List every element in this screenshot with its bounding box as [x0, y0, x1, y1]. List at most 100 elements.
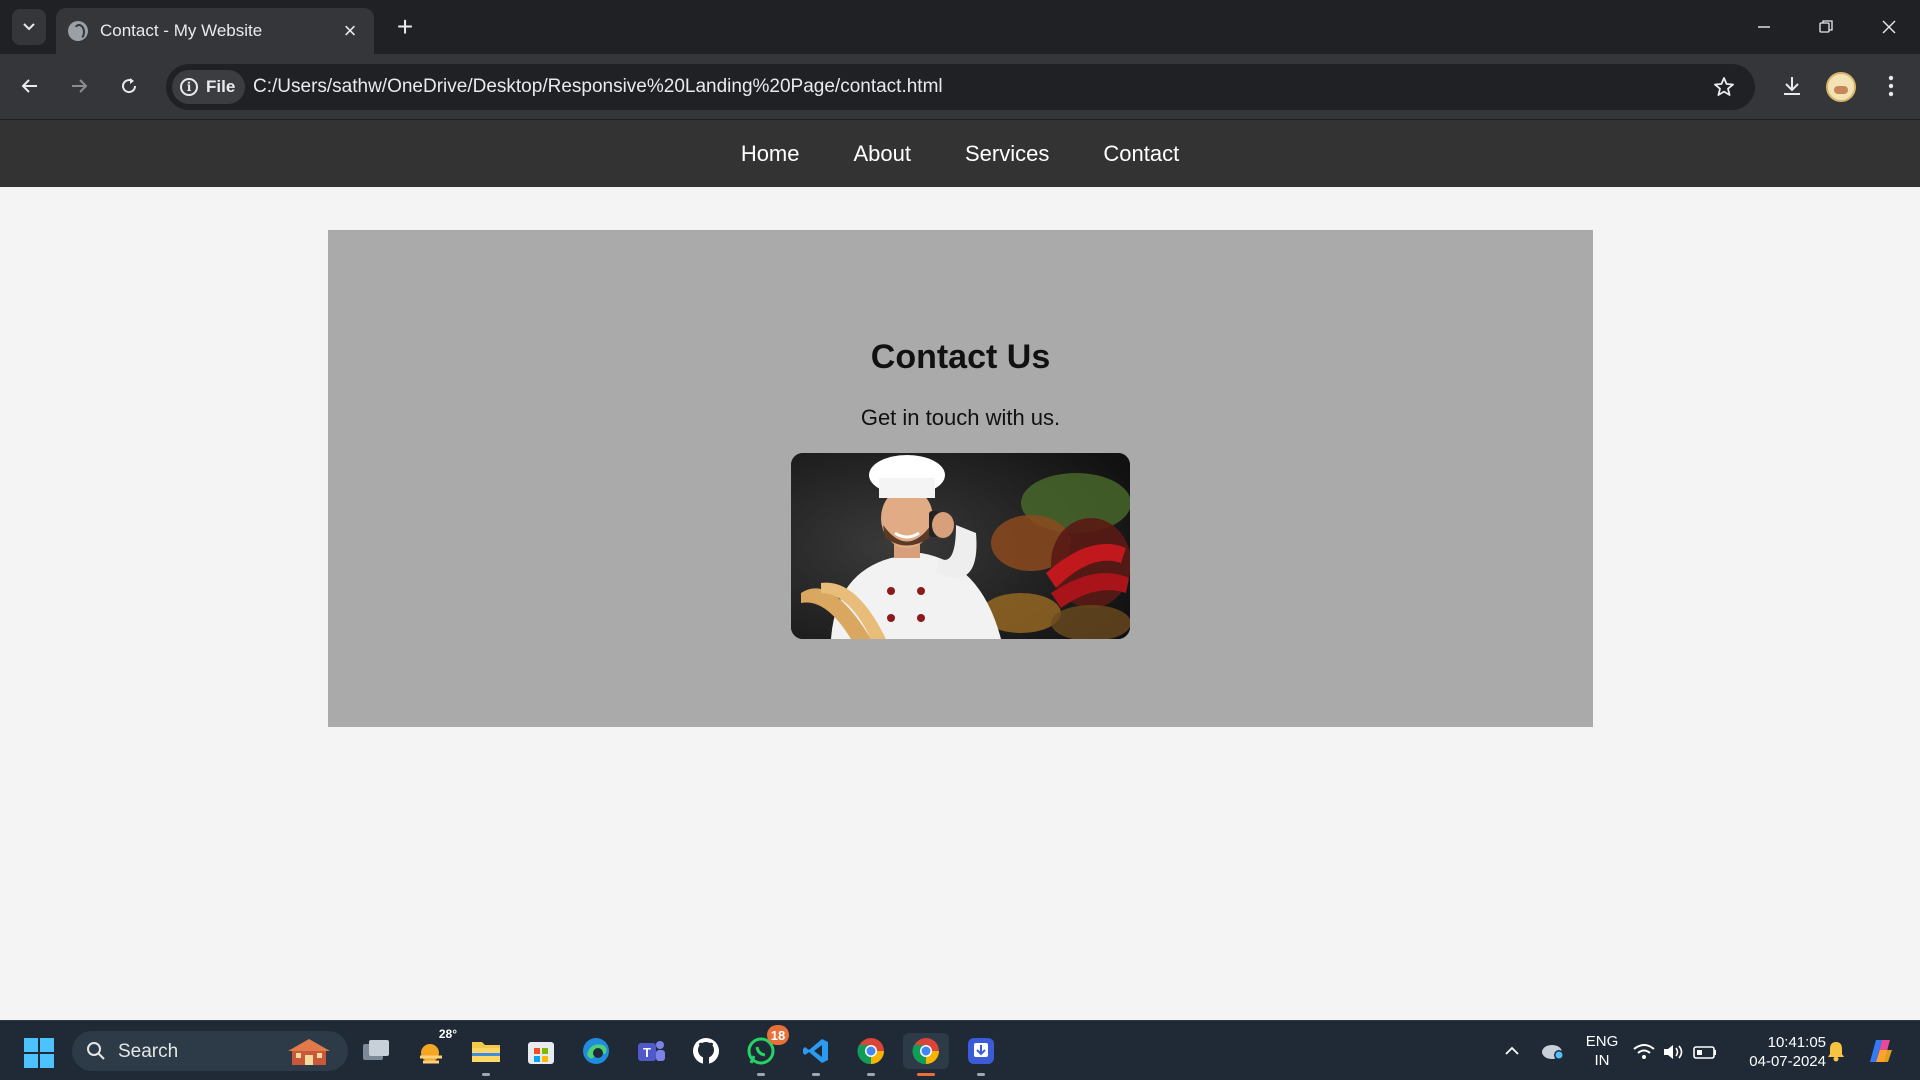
chevron-up-icon: [1505, 1046, 1519, 1055]
windows-logo-tile: [40, 1054, 54, 1068]
globe-icon: [68, 21, 88, 41]
language-indicator[interactable]: ENG IN: [1582, 1032, 1622, 1070]
address-bar[interactable]: i File C:/Users/sathw/OneDrive/Desktop/R…: [166, 64, 1755, 110]
battery-icon: [1693, 1046, 1716, 1059]
taskbar-chrome-2[interactable]: [903, 1033, 949, 1076]
copilot-button[interactable]: [1862, 1033, 1898, 1069]
wifi-icon: [1633, 1044, 1655, 1059]
app-download-icon: [968, 1038, 994, 1064]
edge-icon: [583, 1038, 609, 1064]
language-line1: ENG: [1585, 1033, 1619, 1050]
nav-home[interactable]: Home: [714, 141, 827, 167]
show-hidden-icons[interactable]: [1494, 1033, 1530, 1069]
taskbar-search[interactable]: Search: [72, 1031, 348, 1071]
active-indicator: [917, 1073, 935, 1076]
quick-settings[interactable]: [1630, 1033, 1726, 1069]
search-label: Search: [118, 1041, 179, 1062]
volume-icon: [1664, 1045, 1683, 1059]
running-indicator: [977, 1073, 985, 1076]
chrome-icon: [857, 1038, 884, 1065]
store-icon: [528, 1042, 554, 1064]
copilot-icon: [1870, 1040, 1892, 1062]
taskbar-chrome-1[interactable]: [853, 1033, 889, 1076]
weather-sun-icon: [420, 1044, 442, 1064]
reload-button[interactable]: [112, 69, 146, 103]
taskbar-store[interactable]: [523, 1033, 559, 1069]
search-icon: [87, 1042, 105, 1060]
arrow-right-icon: [72, 79, 88, 93]
running-indicator: [867, 1073, 875, 1076]
windows-logo-tile: [24, 1054, 38, 1068]
bell-icon: [1828, 1042, 1844, 1062]
active-tab[interactable]: Contact - My Website ×: [56, 8, 374, 54]
site-nav: Home About Services Contact: [0, 120, 1920, 187]
tab-title: Contact - My Website: [100, 21, 263, 40]
chevron-down-icon: [23, 23, 35, 31]
arrow-left-icon: [21, 79, 37, 93]
new-tab-button[interactable]: +: [388, 10, 422, 44]
minimize-button[interactable]: [1733, 0, 1795, 54]
browser-tab-bar: Contact - My Website × +: [0, 0, 1920, 54]
onedrive-tray[interactable]: [1535, 1033, 1571, 1069]
minimize-icon: [1758, 26, 1770, 28]
task-view-button[interactable]: [358, 1033, 394, 1069]
taskbar-app-blue[interactable]: [963, 1033, 999, 1076]
restore-button[interactable]: [1795, 0, 1857, 54]
site-info-chip[interactable]: i File: [172, 70, 246, 104]
github-icon: [693, 1038, 719, 1064]
language-line2: IN: [1594, 1052, 1610, 1069]
taskbar-github[interactable]: [688, 1033, 724, 1069]
chrome-icon: [912, 1038, 939, 1065]
download-icon: [1784, 77, 1800, 95]
nav-contact[interactable]: Contact: [1076, 141, 1206, 167]
site-chip-label: File: [206, 77, 236, 96]
weather-widget[interactable]: 28°: [413, 1027, 457, 1069]
running-indicator: [757, 1073, 765, 1076]
reload-icon: [122, 78, 137, 94]
running-indicator: [812, 1073, 820, 1076]
downloads-button[interactable]: [1775, 69, 1809, 103]
contact-section: Contact Us Get in touch with us.: [328, 230, 1593, 727]
task-view-icon: [363, 1040, 389, 1060]
close-tab-icon[interactable]: ×: [338, 18, 362, 44]
folder-icon: [472, 1042, 500, 1062]
running-indicator: [482, 1073, 490, 1076]
chef-illustration: [791, 453, 1130, 639]
school-building-icon: [288, 1039, 330, 1065]
taskbar-whatsapp[interactable]: 18: [743, 1025, 789, 1076]
back-button[interactable]: [13, 69, 47, 103]
browser-toolbar: i File C:/Users/sathw/OneDrive/Desktop/R…: [0, 54, 1920, 120]
teams-icon: T: [638, 1041, 665, 1061]
menu-button[interactable]: [1874, 69, 1908, 103]
nav-about[interactable]: About: [827, 141, 939, 167]
more-vertical-icon: [1888, 75, 1894, 97]
restore-icon: [1819, 20, 1833, 33]
onedrive-cloud-icon: [1542, 1045, 1564, 1060]
bookmark-star-icon[interactable]: [1709, 72, 1739, 102]
chef-phone-image: [791, 453, 1130, 639]
page-subtitle: Get in touch with us.: [860, 405, 1061, 430]
nav-services[interactable]: Services: [938, 141, 1076, 167]
taskbar-teams[interactable]: T: [633, 1033, 669, 1069]
url-text[interactable]: C:/Users/sathw/OneDrive/Desktop/Responsi…: [253, 76, 943, 98]
clock-time: 10:41:05: [1767, 1034, 1826, 1051]
star-icon: [1714, 77, 1734, 96]
taskbar-vscode[interactable]: [798, 1033, 834, 1076]
close-icon: [1882, 20, 1896, 34]
taskbar-file-explorer[interactable]: [468, 1033, 504, 1076]
start-button[interactable]: [24, 1038, 54, 1068]
weather-temp: 28°: [438, 1027, 457, 1041]
notification-badge: 18: [767, 1025, 789, 1045]
notification-button[interactable]: [1818, 1033, 1854, 1069]
info-icon: i: [180, 78, 198, 96]
system-clock[interactable]: 10:41:05 04-07-2024: [1730, 1033, 1826, 1071]
profile-avatar[interactable]: [1826, 72, 1856, 102]
page-title: Contact Us: [870, 338, 1051, 376]
close-window-button[interactable]: [1858, 0, 1920, 54]
windows-taskbar: Search 28° T 18 ENG IN 10:41:05 04-07-20…: [0, 1020, 1920, 1080]
clock-date: 04-07-2024: [1749, 1053, 1826, 1070]
forward-button[interactable]: [62, 69, 96, 103]
taskbar-edge[interactable]: [578, 1033, 614, 1069]
tab-search-button[interactable]: [12, 9, 46, 45]
windows-logo-tile: [24, 1038, 38, 1052]
